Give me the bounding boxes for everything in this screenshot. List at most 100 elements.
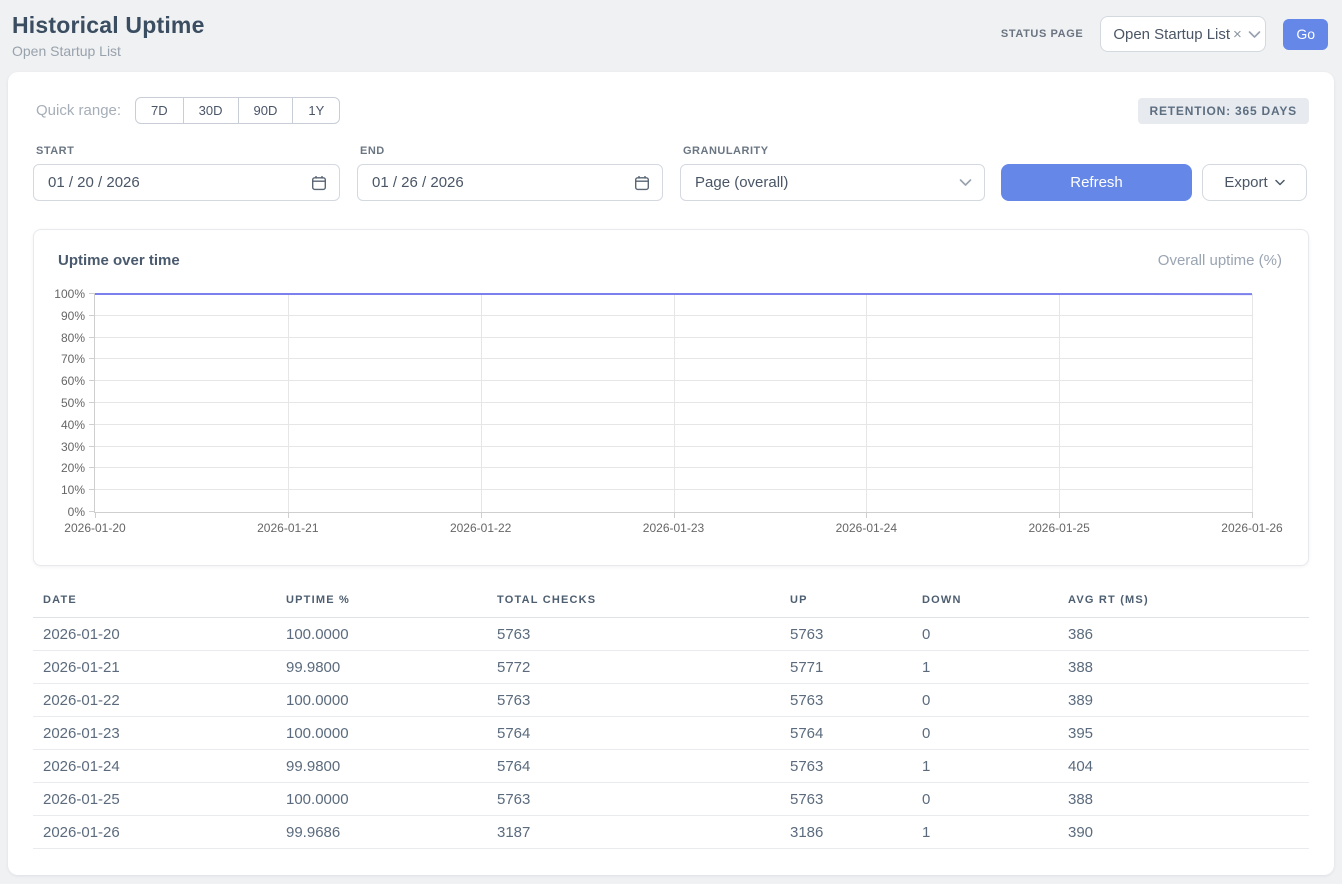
x-tick (866, 512, 867, 518)
table-cell: 100.0000 (286, 783, 497, 816)
table-cell: 2026-01-23 (33, 717, 286, 750)
y-tick-label: 50% (61, 396, 85, 410)
x-tick-label: 2026-01-26 (1221, 521, 1282, 535)
x-tick (1059, 512, 1060, 518)
y-tick-label: 0% (68, 505, 85, 519)
x-tick-label: 2026-01-23 (643, 521, 704, 535)
table-cell: 99.9800 (286, 750, 497, 783)
go-button[interactable]: Go (1283, 19, 1328, 50)
table-cell: 2026-01-21 (33, 651, 286, 684)
table-row: 2026-01-23100.0000576457640395 (33, 717, 1309, 750)
granularity-selected-value: Page (overall) (695, 174, 788, 191)
table-cell: 2026-01-25 (33, 783, 286, 816)
table-cell: 5763 (790, 750, 922, 783)
quick-range-90d[interactable]: 90D (238, 97, 294, 124)
status-page-label: STATUS PAGE (1001, 28, 1083, 40)
x-tick (481, 512, 482, 518)
x-tick (288, 512, 289, 518)
x-tick-label: 2026-01-21 (257, 521, 318, 535)
quick-range-label: Quick range: (36, 102, 121, 119)
y-tick-label: 80% (61, 331, 85, 345)
quick-range-row: Quick range: 7D30D90D1Y RETENTION: 365 D… (33, 97, 1309, 124)
chart-title: Uptime over time (58, 252, 180, 269)
table-cell: 5763 (790, 783, 922, 816)
filters-row: START END GRANULARITY Page (overall) (33, 145, 1309, 201)
column-header: AVG RT (MS) (1068, 590, 1309, 618)
chart-legend: Overall uptime (%) (1158, 252, 1282, 269)
end-date-field (357, 164, 663, 201)
end-label: END (357, 145, 663, 157)
table-cell: 100.0000 (286, 684, 497, 717)
export-button-label: Export (1224, 174, 1267, 191)
y-tick-label: 30% (61, 440, 85, 454)
table-row: 2026-01-25100.0000576357630388 (33, 783, 1309, 816)
retention-badge: RETENTION: 365 DAYS (1138, 98, 1309, 124)
table-cell: 5763 (497, 783, 790, 816)
table-cell: 0 (922, 783, 1068, 816)
table-cell: 2026-01-26 (33, 816, 286, 849)
table-cell: 389 (1068, 684, 1309, 717)
clear-icon[interactable]: × (1233, 26, 1242, 43)
table-cell: 0 (922, 618, 1068, 651)
table-cell: 100.0000 (286, 717, 497, 750)
column-header: UP (790, 590, 922, 618)
quick-range-7d[interactable]: 7D (135, 97, 184, 124)
export-button[interactable]: Export (1202, 164, 1307, 201)
table-cell: 1 (922, 651, 1068, 684)
y-tick-label: 70% (61, 352, 85, 366)
uptime-table: DATEUPTIME %TOTAL CHECKSUPDOWNAVG RT (MS… (33, 590, 1309, 849)
table-cell: 3186 (790, 816, 922, 849)
quick-range-1y[interactable]: 1Y (292, 97, 340, 124)
table-cell: 1 (922, 816, 1068, 849)
table-cell: 99.9686 (286, 816, 497, 849)
table-cell: 99.9800 (286, 651, 497, 684)
table-cell: 5772 (497, 651, 790, 684)
title-block: Historical Uptime Open Startup List (12, 12, 205, 59)
x-tick-label: 2026-01-24 (836, 521, 897, 535)
table-cell: 0 (922, 684, 1068, 717)
table-cell: 390 (1068, 816, 1309, 849)
x-tick-label: 2026-01-20 (64, 521, 125, 535)
table-row: 2026-01-22100.0000576357630389 (33, 684, 1309, 717)
y-tick-label: 10% (61, 483, 85, 497)
table-cell: 0 (922, 717, 1068, 750)
start-date-input[interactable] (48, 174, 311, 191)
status-page-select[interactable]: Open Startup List × (1100, 16, 1266, 52)
table-cell: 100.0000 (286, 618, 497, 651)
refresh-button[interactable]: Refresh (1001, 164, 1192, 201)
table-cell: 5763 (790, 684, 922, 717)
page-title: Historical Uptime (12, 12, 205, 39)
table-cell: 5763 (497, 618, 790, 651)
status-page-row: STATUS PAGE Open Startup List × Go (1001, 16, 1328, 52)
calendar-icon[interactable] (311, 175, 327, 191)
table-row: 2026-01-2499.9800576457631404 (33, 750, 1309, 783)
calendar-icon[interactable] (634, 175, 650, 191)
table-cell: 2026-01-22 (33, 684, 286, 717)
page-subtitle: Open Startup List (12, 43, 205, 59)
end-date-input[interactable] (372, 174, 634, 191)
x-tick (674, 512, 675, 518)
y-tick-label: 90% (61, 309, 85, 323)
chevron-down-icon (959, 178, 972, 187)
x-tick-label: 2026-01-22 (450, 521, 511, 535)
column-header: TOTAL CHECKS (497, 590, 790, 618)
y-tick-label: 40% (61, 418, 85, 432)
y-tick-label: 60% (61, 374, 85, 388)
table-cell: 2026-01-24 (33, 750, 286, 783)
column-header: DATE (33, 590, 286, 618)
table-cell: 3187 (497, 816, 790, 849)
table-cell: 388 (1068, 783, 1309, 816)
table-cell: 2026-01-20 (33, 618, 286, 651)
table-cell: 5763 (790, 618, 922, 651)
table-cell: 386 (1068, 618, 1309, 651)
quick-range-30d[interactable]: 30D (183, 97, 239, 124)
y-tick-label: 20% (61, 461, 85, 475)
x-tick-label: 2026-01-25 (1028, 521, 1089, 535)
table-cell: 5764 (790, 717, 922, 750)
status-page-selected-value: Open Startup List (1113, 26, 1230, 43)
chevron-down-icon (1248, 30, 1261, 39)
chevron-down-icon (1275, 179, 1285, 186)
granularity-select[interactable]: Page (overall) (680, 164, 985, 201)
granularity-label: GRANULARITY (680, 145, 985, 157)
table-cell: 388 (1068, 651, 1309, 684)
